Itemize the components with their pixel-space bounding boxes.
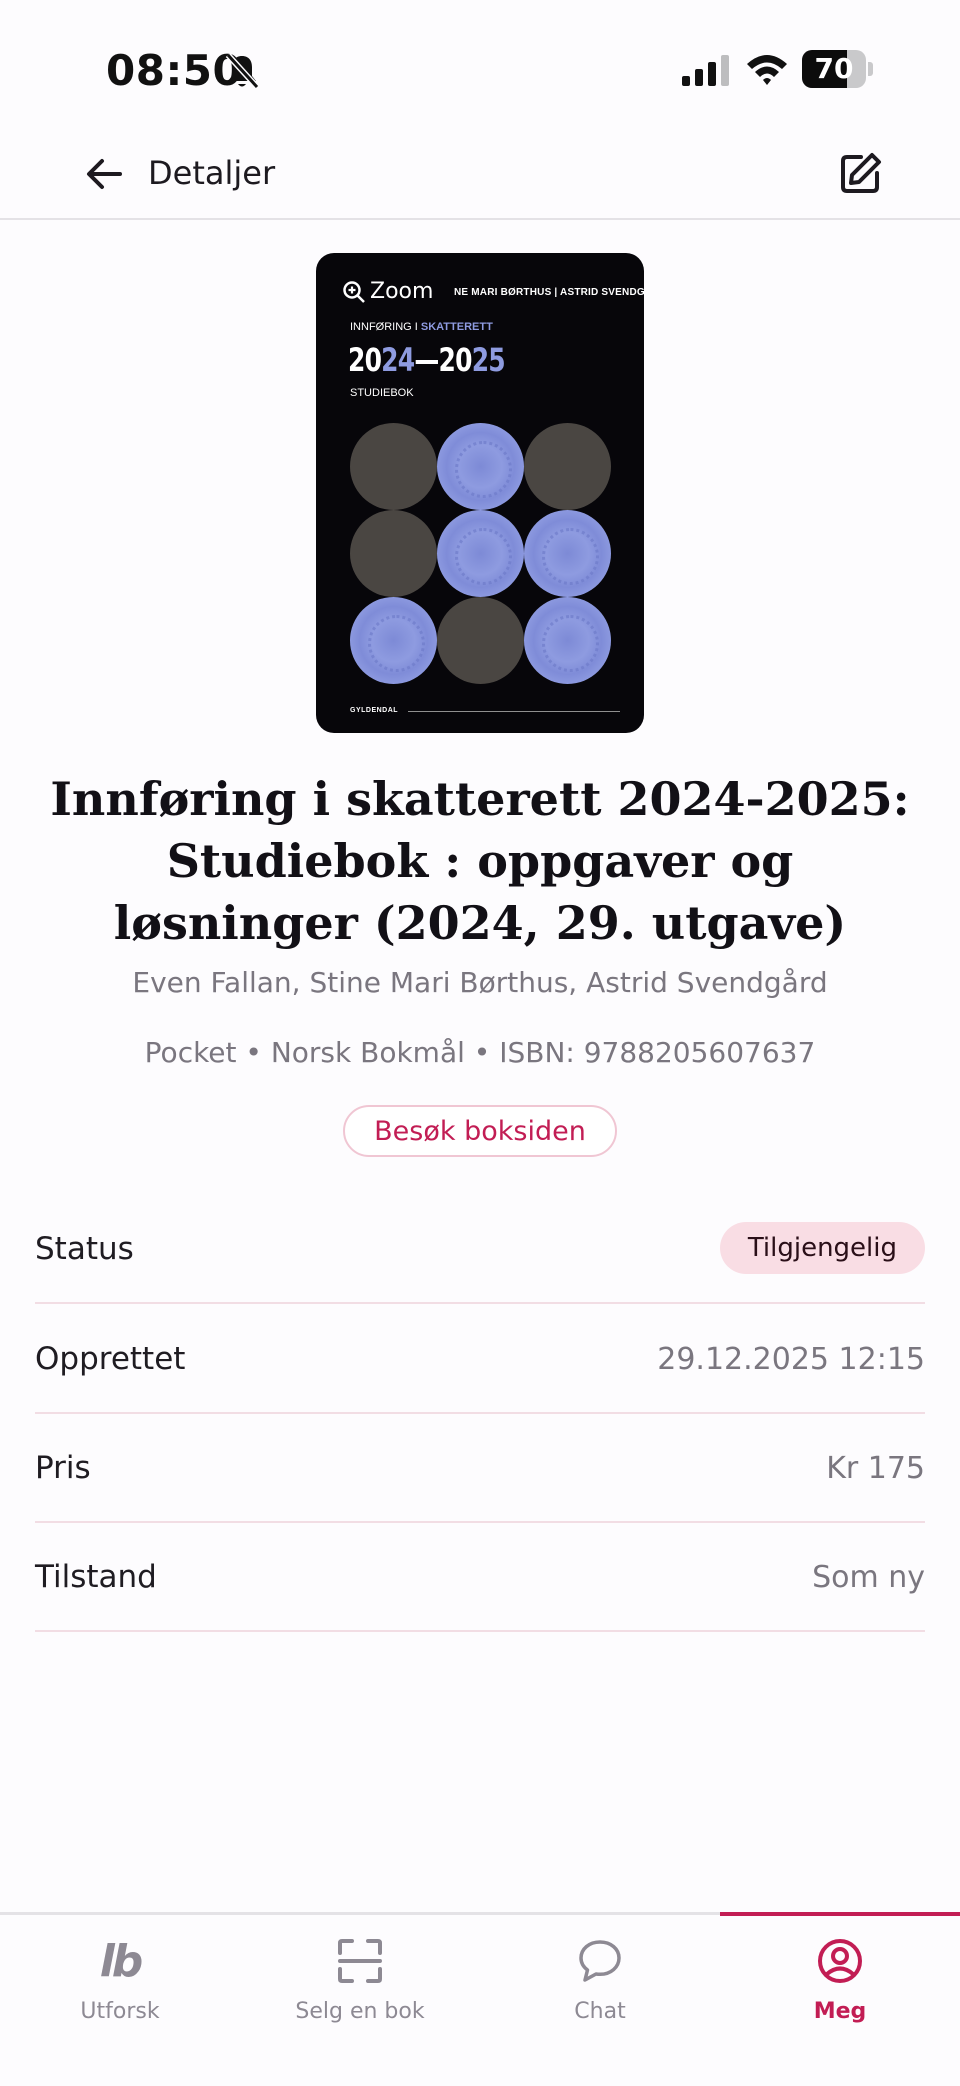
cover-circle xyxy=(350,510,437,597)
cover-year-d: 25 xyxy=(471,341,506,379)
page-title: Detaljer xyxy=(148,154,276,192)
detail-row-price: Pris Kr 175 xyxy=(35,1415,925,1523)
cover-pre-title-a: INNFØRING I xyxy=(350,321,421,333)
detail-row-created: Opprettet 29.12.2025 12:15 xyxy=(35,1306,925,1414)
clock: 08:50 xyxy=(106,46,243,95)
battery-level: 70 xyxy=(814,52,854,85)
bell-muted-icon xyxy=(225,52,260,90)
cover-publisher: GYLDENDAL xyxy=(350,707,399,714)
zoom-label: Zoom xyxy=(370,279,434,304)
book-cover-image[interactable]: Zoom NE MARI BØRTHUS | ASTRID SVENDGÅRD … xyxy=(316,253,644,733)
book-authors: Even Fallan, Stine Mari Børthus, Astrid … xyxy=(132,966,828,999)
cover-subtitle: STUDIEBOK xyxy=(350,387,414,399)
back-button[interactable] xyxy=(78,148,130,200)
top-app-bar: Detaljer xyxy=(0,140,960,220)
cover-pre-title: INNFØRING I SKATTERETT xyxy=(350,321,493,333)
edit-icon xyxy=(841,153,881,193)
cover-year: 2024—2025 xyxy=(348,341,506,379)
edit-button[interactable] xyxy=(832,146,888,202)
cover-circle xyxy=(524,597,611,684)
nav-label-sell: Selg en bok xyxy=(295,1999,425,2024)
detail-row-condition: Tilstand Som ny xyxy=(35,1524,925,1632)
cover-circle xyxy=(437,510,524,597)
cover-authors: NE MARI BØRTHUS | ASTRID SVENDGÅRD xyxy=(454,287,644,298)
created-label: Opprettet xyxy=(35,1341,186,1377)
cellular-signal-icon xyxy=(682,55,729,86)
cover-year-a: 20 xyxy=(348,341,382,379)
condition-value: Som ny xyxy=(812,1559,925,1595)
zoom-in-icon xyxy=(343,280,365,303)
wifi-icon xyxy=(747,55,787,85)
nav-item-chat[interactable]: Chat xyxy=(480,1915,720,2035)
scan-icon xyxy=(338,1939,382,1983)
cover-circle xyxy=(524,423,611,510)
battery-icon: 70 xyxy=(802,50,874,88)
chat-bubble-icon xyxy=(579,1940,621,1982)
nav-label-chat: Chat xyxy=(574,1999,626,2024)
explore-logo-icon: lb xyxy=(0,1933,240,1989)
status-label: Status xyxy=(35,1231,134,1267)
account-circle-icon xyxy=(818,1939,862,1983)
book-title: Innføring i skatterett 2024-2025: Studie… xyxy=(50,772,910,950)
price-value: Kr 175 xyxy=(826,1450,925,1486)
visit-book-page-button[interactable]: Besøk boksiden xyxy=(343,1105,617,1157)
cover-year-b: 24 xyxy=(381,341,415,379)
cover-circle xyxy=(437,423,524,510)
status-badge: Tilgjengelig xyxy=(719,1222,925,1274)
cover-circle xyxy=(350,423,437,510)
cover-circle xyxy=(437,597,524,684)
bottom-navigation: lb Utforsk Selg en bok Chat Meg xyxy=(0,1912,960,2086)
cover-divider xyxy=(408,711,620,712)
nav-label-me: Meg xyxy=(813,1999,867,2024)
price-label: Pris xyxy=(35,1450,91,1486)
book-meta: Pocket • Norsk Bokmål • ISBN: 9788205607… xyxy=(144,1036,816,1069)
arrow-left-icon xyxy=(87,159,122,189)
created-value: 29.12.2025 12:15 xyxy=(657,1341,925,1377)
condition-label: Tilstand xyxy=(35,1559,157,1595)
nav-item-explore[interactable]: lb Utforsk xyxy=(0,1915,240,2035)
explore-logo: lb xyxy=(99,1935,144,1987)
nav-item-sell[interactable]: Selg en bok xyxy=(240,1915,480,2035)
cover-pre-title-b: SKATTERETT xyxy=(420,321,493,333)
nav-label-explore: Utforsk xyxy=(80,1999,160,2024)
cover-year-c: —20 xyxy=(414,341,472,379)
cover-circle xyxy=(350,597,437,684)
cover-circle xyxy=(524,510,611,597)
zoom-button[interactable]: Zoom xyxy=(342,279,433,304)
nav-item-me[interactable]: Meg xyxy=(720,1915,960,2035)
detail-row-status: Status Tilgjengelig xyxy=(35,1196,925,1304)
status-bar: 08:50 70 xyxy=(0,0,960,140)
